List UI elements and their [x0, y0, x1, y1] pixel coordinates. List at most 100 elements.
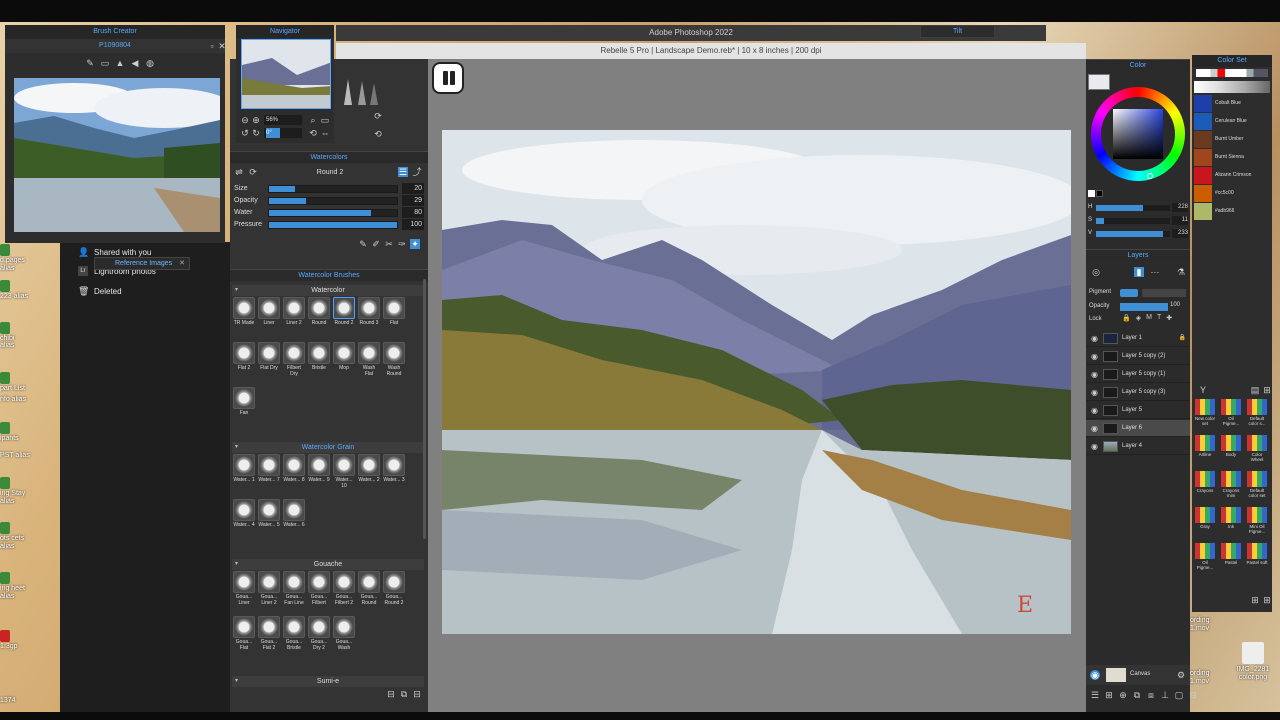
- hsv-slider-v[interactable]: V 233: [1088, 229, 1188, 239]
- hsv-slider-s[interactable]: S 11: [1088, 216, 1188, 226]
- fit-icon[interactable]: ⌕: [308, 115, 318, 125]
- color-set-tile[interactable]: Body: [1220, 435, 1242, 463]
- desktop-icon[interactable]: ipants: [0, 422, 34, 443]
- eye-icon[interactable]: ◉: [1090, 424, 1099, 433]
- eye-icon[interactable]: ◉: [1090, 352, 1099, 361]
- brush-icon[interactable]: ✎: [358, 239, 368, 249]
- screen-icon[interactable]: ▭: [320, 115, 330, 125]
- brush-preset[interactable]: Water... 3: [383, 454, 405, 490]
- color-set-tile[interactable]: Color Wheel: [1246, 435, 1268, 463]
- color-set-tile[interactable]: Ink: [1220, 507, 1242, 535]
- paint-mode-icon[interactable]: ⤴: [412, 167, 422, 177]
- brush-preset[interactable]: Flat Dry: [258, 342, 280, 378]
- layer-row[interactable]: ◉ Layer 5: [1086, 402, 1190, 419]
- brush-preset[interactable]: Water... 8: [283, 454, 305, 490]
- color-swatch[interactable]: Cerulean Blue: [1194, 113, 1270, 130]
- desktop-icon[interactable]: 1374: [0, 697, 34, 705]
- reference-photo[interactable]: [14, 78, 220, 232]
- navigator-preview[interactable]: [241, 39, 331, 109]
- hsv-value[interactable]: 233: [1172, 229, 1188, 238]
- color-set-tile[interactable]: Artline: [1194, 435, 1216, 463]
- hsv-slider-h[interactable]: H 228: [1088, 203, 1188, 213]
- brush-preset[interactable]: Fan: [233, 387, 255, 423]
- color-swatch[interactable]: Burnt Sienna: [1194, 149, 1270, 166]
- water-slider[interactable]: Water 80: [234, 207, 424, 219]
- eraser-icon[interactable]: ✂: [384, 239, 394, 249]
- painting-canvas[interactable]: E: [442, 130, 1071, 634]
- color-swatch[interactable]: #cc5c00: [1194, 185, 1270, 202]
- desktop-icon[interactable]: alias: [0, 342, 34, 350]
- desktop-icon[interactable]: nfo alias: [0, 396, 34, 404]
- triangle-icon[interactable]: ▲: [115, 58, 125, 68]
- desktop-file[interactable]: IMG_2281 color.png: [1228, 642, 1278, 682]
- desktop-icon[interactable]: d.pages alias: [0, 244, 34, 273]
- desktop-icon[interactable]: ing Stay alias: [0, 477, 34, 506]
- color-swatch[interactable]: Cobalt Blue: [1194, 95, 1270, 112]
- hsv-track[interactable]: [1096, 231, 1170, 237]
- color-wheel[interactable]: [1091, 87, 1185, 181]
- brush-preset[interactable]: Goua... Round 2: [383, 571, 405, 607]
- layer-menu-icon[interactable]: ☰: [1090, 690, 1100, 700]
- clear-layer-icon[interactable]: ▢: [1174, 690, 1184, 700]
- brush-preset[interactable]: Flat: [383, 297, 405, 333]
- layer-opacity-value[interactable]: 100: [1170, 302, 1180, 308]
- smudge-icon[interactable]: ✑: [397, 239, 407, 249]
- zoom-out-icon[interactable]: ⊖: [240, 115, 250, 125]
- color-swatch[interactable]: Alizarin Crimson: [1194, 167, 1270, 184]
- tilt-panel-tab[interactable]: Tilt: [920, 25, 995, 38]
- desktop-icon[interactable]: ing heet alias: [0, 572, 34, 601]
- eye-icon[interactable]: ◉: [1090, 442, 1099, 451]
- color-icon[interactable]: ◍: [145, 58, 155, 68]
- brush-preset[interactable]: Round 2: [333, 297, 355, 333]
- zoom-in-icon[interactable]: ⊕: [251, 115, 261, 125]
- new-set-icon[interactable]: ⊞: [1250, 595, 1260, 605]
- layer-blend-icon[interactable]: ▮: [1134, 267, 1144, 277]
- pencil-icon[interactable]: ✐: [371, 239, 381, 249]
- color-set-tile[interactable]: Crayons mini: [1220, 471, 1242, 499]
- blend-icon[interactable]: ✦: [410, 239, 420, 249]
- color-set-tile[interactable]: Oil Pigme...: [1220, 399, 1242, 427]
- pigment-dropdown[interactable]: [1142, 289, 1186, 297]
- color-swatch[interactable]: Burnt Umber: [1194, 131, 1270, 148]
- opacity-slider[interactable]: Opacity 29: [234, 195, 424, 207]
- add-color-set-icon[interactable]: ⊞: [1262, 385, 1272, 395]
- desktop-icon[interactable]: chibi: [0, 322, 34, 343]
- delete-layer-icon[interactable]: ⊟: [1188, 690, 1198, 700]
- section-sumie[interactable]: Sumi-e: [232, 676, 424, 687]
- pigment-toggle[interactable]: [1120, 289, 1138, 297]
- reference-images-chip[interactable]: Reference Images ✕: [94, 257, 190, 270]
- hsv-value[interactable]: 228: [1172, 203, 1188, 212]
- color-set-tile[interactable]: Pastel soft: [1246, 543, 1268, 571]
- canvas-visibility-icon[interactable]: ◉: [1090, 670, 1100, 680]
- layer-wet-icon[interactable]: ⚗: [1176, 267, 1186, 277]
- brush-preset[interactable]: Goua... Flat 2: [258, 616, 280, 652]
- layer-row[interactable]: ◉ Layer 5 copy (1): [1086, 366, 1190, 383]
- frame-icon[interactable]: ▭: [100, 58, 110, 68]
- layer-settings-icon[interactable]: ◎: [1091, 267, 1101, 277]
- desktop-icon[interactable]: 1.3gp: [0, 630, 34, 651]
- pressure-slider[interactable]: Pressure 100: [234, 219, 424, 231]
- layer-opacity-slider[interactable]: [1120, 303, 1168, 311]
- rotation-field[interactable]: 0°: [264, 128, 302, 138]
- text-icon[interactable]: T: [1157, 314, 1161, 322]
- brush-preset[interactable]: Wash Flat: [358, 342, 380, 378]
- brush-preset[interactable]: Filbert Dry: [283, 342, 305, 378]
- brush-preset[interactable]: Mop: [333, 342, 355, 378]
- add-brush-icon[interactable]: ⊟: [386, 689, 396, 699]
- sidebar-item-deleted[interactable]: 🗑 Deleted: [78, 286, 122, 296]
- color-set-tile[interactable]: Pastel: [1220, 543, 1242, 571]
- eye-icon[interactable]: ◉: [1090, 388, 1099, 397]
- lock-icon[interactable]: 🔒: [1122, 314, 1131, 322]
- brush-preset[interactable]: Goua... Filbert 2: [333, 571, 355, 607]
- zoom-field[interactable]: 56%: [264, 115, 302, 125]
- hue-handle[interactable]: [1147, 173, 1153, 179]
- color-set-tile[interactable]: Crayons: [1194, 471, 1216, 499]
- desktop-icon[interactable]: PST alias: [0, 452, 34, 460]
- layer-dots-icon[interactable]: ⋯: [1150, 267, 1160, 277]
- brush-preset[interactable]: Water... 1: [233, 454, 255, 490]
- eye-icon[interactable]: ◉: [1090, 334, 1099, 343]
- rotate-right-icon[interactable]: ↻: [251, 128, 261, 138]
- color-set-tile[interactable]: Gray: [1194, 507, 1216, 535]
- brush-preset[interactable]: Water... 10: [333, 454, 355, 490]
- section-watercolor[interactable]: Watercolor: [232, 285, 424, 296]
